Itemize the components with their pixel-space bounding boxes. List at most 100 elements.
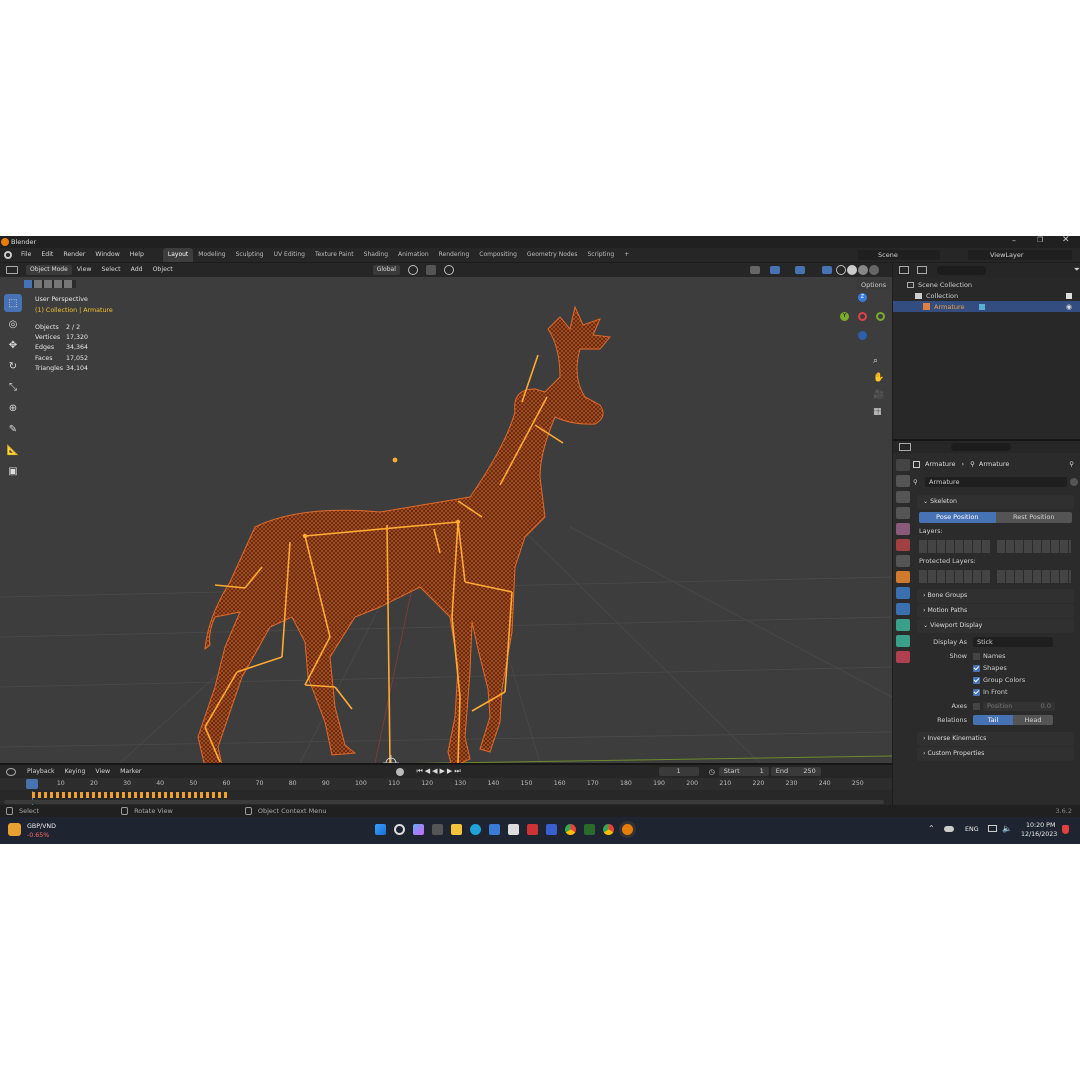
move-tool-icon[interactable]: ✥ <box>4 336 22 354</box>
outliner-row-selected[interactable]: Armature ◉ <box>893 301 1080 312</box>
timeline-menu-marker[interactable]: Marker <box>115 765 146 779</box>
timeline-menu-playback[interactable]: Playback <box>22 765 60 779</box>
modifier-tab-icon[interactable] <box>896 587 910 599</box>
properties-editor-type-icon[interactable] <box>899 443 911 451</box>
group-colors-checkbox[interactable] <box>973 676 980 684</box>
scene-selector[interactable]: Scene <box>858 250 940 260</box>
tab-animation[interactable]: Animation <box>393 248 434 262</box>
snipping-tool-icon[interactable] <box>489 824 500 835</box>
snap-icon[interactable] <box>425 265 436 275</box>
tab-scripting[interactable]: Scripting <box>583 248 620 262</box>
tab-compositing[interactable]: Compositing <box>474 248 522 262</box>
menu-window[interactable]: Window <box>90 248 124 262</box>
timeline-scrollbar[interactable] <box>4 800 884 804</box>
bone-groups-section-header[interactable]: › Bone Groups <box>917 589 1074 603</box>
transform-orientation[interactable]: Global <box>372 265 400 275</box>
select-box-tool-icon[interactable]: ⬚ <box>4 294 22 312</box>
viewport-menu-object[interactable]: Object <box>148 263 178 277</box>
scale-tool-icon[interactable]: ⤡ <box>4 378 22 396</box>
select-mode-extend-icon[interactable] <box>34 280 42 288</box>
network-icon[interactable] <box>988 825 997 832</box>
view-layer-tab-icon[interactable] <box>896 507 910 519</box>
menu-edit[interactable]: Edit <box>36 248 58 262</box>
rotate-tool-icon[interactable]: ↻ <box>4 357 22 375</box>
constraint-tab-icon[interactable] <box>896 603 910 615</box>
search-icon[interactable] <box>394 824 405 835</box>
bone-tab-icon[interactable] <box>896 635 910 647</box>
display-mode-icon[interactable] <box>917 266 928 274</box>
tab-modeling[interactable]: Modeling <box>193 248 230 262</box>
in-front-checkbox[interactable] <box>973 688 980 696</box>
perspective-toggle-icon[interactable]: ▦ <box>873 404 884 421</box>
onedrive-icon[interactable] <box>944 826 954 832</box>
protected-layer-buttons-right[interactable] <box>997 569 1071 583</box>
tool-tab-icon[interactable] <box>896 459 910 471</box>
skeleton-section-header[interactable]: ⌄ Skeleton <box>917 495 1074 509</box>
custom-properties-section-header[interactable]: › Custom Properties <box>917 747 1074 761</box>
notification-bell-icon[interactable] <box>1062 825 1069 834</box>
outliner-editor-type-icon[interactable] <box>899 266 910 274</box>
task-view-icon[interactable] <box>432 824 443 835</box>
select-mode-invert-icon[interactable] <box>54 280 62 288</box>
options-button[interactable]: Options <box>857 280 891 290</box>
layer-buttons-right[interactable] <box>997 539 1071 553</box>
stock-widget-icon[interactable] <box>8 823 21 836</box>
select-mode-subtract-icon[interactable] <box>44 280 52 288</box>
filter-icon[interactable]: ⏷ <box>1074 265 1080 275</box>
app-icon-red[interactable] <box>527 824 538 835</box>
tab-texture-paint[interactable]: Texture Paint <box>310 248 359 262</box>
world-tab-icon[interactable] <box>896 539 910 551</box>
timeline-menu-view[interactable]: View <box>90 765 115 779</box>
frame-ruler[interactable]: 1102030405060708090100110120130140150160… <box>0 778 892 790</box>
protected-layers-grid[interactable] <box>919 569 1072 583</box>
tab-geometry-nodes[interactable]: Geometry Nodes <box>522 248 583 262</box>
bone-layers-grid[interactable] <box>919 539 1072 553</box>
proportional-edit-icon[interactable] <box>443 265 454 275</box>
display-as-dropdown[interactable]: Stick <box>973 636 1053 647</box>
gizmo-toggle-icon[interactable] <box>770 266 780 274</box>
camera-view-icon[interactable]: 🎥 <box>873 387 884 404</box>
object-tab-icon[interactable] <box>896 571 910 583</box>
xray-icon[interactable] <box>822 266 832 274</box>
deer-mesh[interactable] <box>197 305 611 763</box>
render-tab-icon[interactable] <box>896 475 910 487</box>
outliner-row[interactable]: Collection <box>893 290 1080 301</box>
checkbox-icon[interactable] <box>1066 292 1072 299</box>
3d-viewport[interactable]: Options User Perspective (1) Collection … <box>0 277 892 763</box>
chrome-profile-icon[interactable] <box>603 824 614 835</box>
keyframes-strip[interactable] <box>32 792 230 798</box>
viewport-menu-select[interactable]: Select <box>96 263 125 277</box>
chrome-icon[interactable] <box>565 824 576 835</box>
rendered-shading-icon[interactable] <box>869 265 879 275</box>
pivot-icon[interactable] <box>407 265 418 275</box>
axes-checkbox[interactable] <box>973 702 980 710</box>
outliner-row[interactable]: Scene Collection <box>893 279 1080 290</box>
pin-icon[interactable]: ⚲ <box>1069 460 1074 468</box>
menu-file[interactable]: File <box>16 248 36 262</box>
copilot-icon[interactable] <box>413 824 424 835</box>
overlay-toggle-icon[interactable] <box>795 266 805 274</box>
current-frame-field[interactable]: 1 <box>658 767 699 776</box>
gizmo-neg-y-axis[interactable] <box>876 312 885 321</box>
add-workspace-button[interactable]: + <box>619 248 634 262</box>
clock-time[interactable]: 10:20 PM <box>1026 822 1055 829</box>
properties-search-input[interactable] <box>951 443 1011 451</box>
shapes-checkbox[interactable] <box>973 664 980 672</box>
timeline-editor-type-icon[interactable] <box>6 767 16 776</box>
viewport-display-section-header[interactable]: ⌄ Viewport Display <box>917 619 1074 633</box>
solid-shading-icon[interactable] <box>847 265 857 275</box>
layer-buttons-left[interactable] <box>919 539 991 553</box>
start-frame-field[interactable]: Start 1 <box>718 767 769 776</box>
gizmo-y-axis[interactable]: Y <box>840 312 849 321</box>
clock-date[interactable]: 12/16/2023 <box>1021 831 1057 838</box>
view-layer-selector[interactable]: ViewLayer <box>968 250 1072 260</box>
3d-cursor[interactable] <box>383 755 399 763</box>
collection-tab-icon[interactable] <box>896 555 910 567</box>
wireframe-shading-icon[interactable] <box>836 265 846 275</box>
windows-start-icon[interactable] <box>375 824 386 835</box>
gizmo-neg-x-axis[interactable] <box>858 312 867 321</box>
end-frame-field[interactable]: End 250 <box>770 767 821 776</box>
viewport-menu-add[interactable]: Add <box>126 263 148 277</box>
volume-icon[interactable]: 🔈 <box>1002 824 1012 833</box>
tab-shading[interactable]: Shading <box>359 248 393 262</box>
